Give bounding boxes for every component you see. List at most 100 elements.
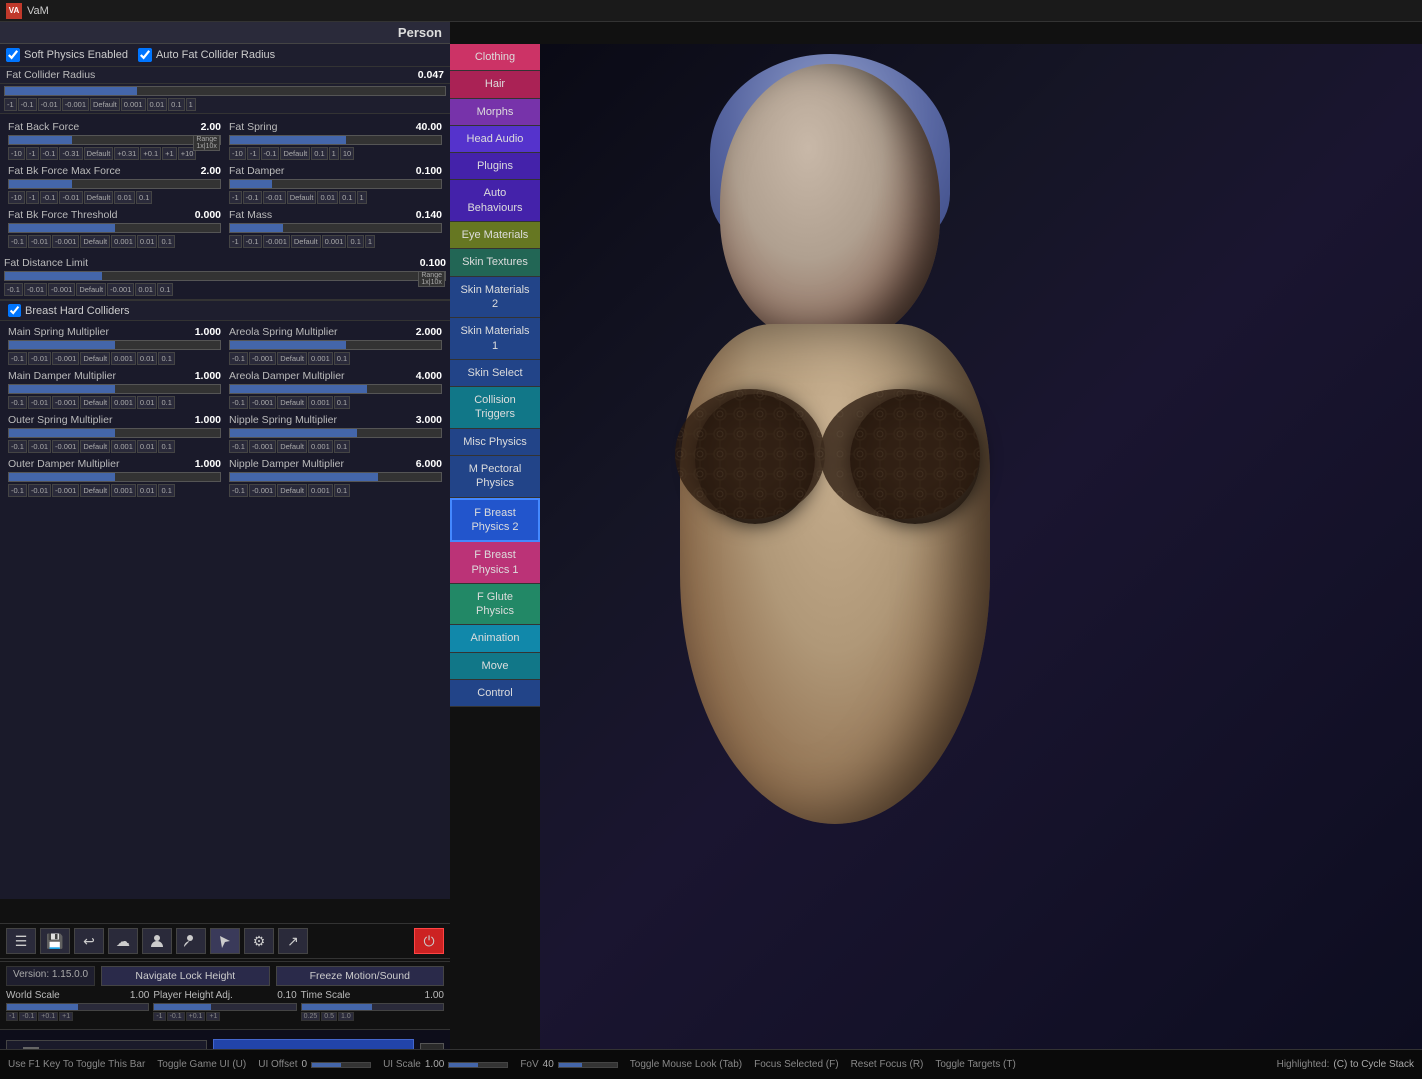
areola-damper-mult-group: Areola Damper Multiplier 4.000 -0.1-0.00…	[225, 367, 446, 411]
ui-scale: UI Scale 1.00	[383, 1059, 508, 1070]
fat-bk-threshold-label: Fat Bk Force Threshold	[8, 209, 118, 221]
ui-offset: UI Offset 0	[258, 1059, 371, 1070]
menu-button[interactable]: ☰	[6, 928, 36, 954]
ui-offset-slider[interactable]	[311, 1062, 371, 1068]
outer-damper-mult-group: Outer Damper Multiplier 1.000 -0.1-0.01-…	[4, 455, 225, 499]
settings-button[interactable]: ⚙	[244, 928, 274, 954]
fat-bk-max-slider[interactable]	[8, 179, 221, 189]
fat-dist-value: 0.100	[420, 257, 446, 269]
char-head	[720, 64, 940, 344]
tab-animation[interactable]: Animation	[450, 625, 540, 652]
breast-colliders-label[interactable]: Breast Hard Colliders	[8, 304, 442, 317]
fat-back-force-slider[interactable]: Range1x|10x	[8, 135, 221, 145]
cloud-button[interactable]: ☁	[108, 928, 138, 954]
version-box: Version: 1.15.0.0	[6, 966, 95, 986]
fat-spring-slider[interactable]	[229, 135, 442, 145]
soft-physics-text: Soft Physics Enabled	[24, 49, 128, 61]
soft-physics-label[interactable]: Soft Physics Enabled	[6, 48, 128, 62]
time-scale-track[interactable]	[301, 1003, 444, 1011]
breast-colliders-row: Breast Hard Colliders	[0, 300, 450, 321]
tab-skin-materials-1[interactable]: Skin Materials 1	[450, 318, 540, 360]
tab-m-pectoral-physics[interactable]: M Pectoral Physics	[450, 456, 540, 498]
fat-bk-threshold-slider[interactable]	[8, 223, 221, 233]
add-person-button[interactable]	[176, 928, 206, 954]
world-scale-slider: World Scale 1.00 -1-0.1+0.1+1	[6, 990, 149, 1021]
tab-f-breast-physics-1[interactable]: F Breast Physics 1	[450, 542, 540, 584]
focus-selected[interactable]: Focus Selected (F)	[754, 1059, 838, 1070]
tab-control[interactable]: Control	[450, 680, 540, 707]
outer-spring-mult-slider[interactable]	[8, 428, 221, 438]
fat-mass-slider[interactable]	[229, 223, 442, 233]
fat-bk-max-label: Fat Bk Force Max Force	[8, 165, 121, 177]
fat-back-force-btns: -10-1-0.1-0.31Default+0.31+0.1+1+10	[8, 147, 221, 160]
time-scale-value: 1.00	[425, 990, 444, 1001]
scene-with-tabs: Clothing Hair Morphs Head Audio Plugins …	[450, 44, 1422, 1049]
titlebar: VA VaM	[0, 0, 1422, 22]
tab-move[interactable]: Move	[450, 653, 540, 680]
player-height-track[interactable]	[153, 1003, 296, 1011]
scene-viewport	[540, 44, 1422, 1049]
tab-skin-textures[interactable]: Skin Textures	[450, 249, 540, 276]
controls-grid: Fat Back Force 2.00 Range1x|10x -10-1-0.…	[0, 114, 450, 254]
breast-colliders-checkbox[interactable]	[8, 304, 21, 317]
freeze-motion-sound-btn[interactable]: Freeze Motion/Sound	[276, 966, 444, 986]
areola-damper-mult-slider[interactable]	[229, 384, 442, 394]
toolbar: ☰ 💾 ↩ ☁ ⚙ ↗ ⏻	[0, 923, 450, 959]
ui-scale-slider[interactable]	[448, 1062, 508, 1068]
save-button[interactable]: 💾	[40, 928, 70, 954]
outer-damper-mult-slider[interactable]	[8, 472, 221, 482]
tab-clothing[interactable]: Clothing	[450, 44, 540, 71]
share-button[interactable]: ↗	[278, 928, 308, 954]
fat-spring-group: Fat Spring 40.00 -10-1-0.1Default0.1110	[225, 118, 446, 162]
tab-plugins[interactable]: Plugins	[450, 153, 540, 180]
fat-damper-value: 0.100	[416, 165, 442, 177]
char-lace-right	[850, 394, 980, 524]
fat-back-force-value: 2.00	[201, 121, 221, 133]
tab-collision-triggers[interactable]: Collision Triggers	[450, 387, 540, 429]
fov-slider[interactable]	[558, 1062, 618, 1068]
fat-back-force-group: Fat Back Force 2.00 Range1x|10x -10-1-0.…	[4, 118, 225, 162]
toggle-game-ui[interactable]: Toggle Game UI (U)	[157, 1059, 246, 1070]
toggle-targets[interactable]: Toggle Targets (T)	[935, 1059, 1015, 1070]
nipple-damper-mult-slider[interactable]	[229, 472, 442, 482]
nipple-damper-mult-group: Nipple Damper Multiplier 6.000 -0.1-0.00…	[225, 455, 446, 499]
fat-collider-label: Fat Collider Radius	[6, 69, 418, 81]
soft-physics-checkbox[interactable]	[6, 48, 20, 62]
navigate-lock-height-btn[interactable]: Navigate Lock Height	[101, 966, 269, 986]
tab-skin-materials-2[interactable]: Skin Materials 2	[450, 277, 540, 319]
fat-dist-slider[interactable]: Range1x|10x	[4, 271, 446, 281]
main-spring-mult-slider[interactable]	[8, 340, 221, 350]
tab-morphs[interactable]: Morphs	[450, 99, 540, 126]
fat-collider-slider[interactable]	[4, 86, 446, 96]
fat-mass-value: 0.140	[416, 209, 442, 221]
tab-f-glute-physics[interactable]: F Glute Physics	[450, 584, 540, 626]
nipple-spring-mult-slider[interactable]	[229, 428, 442, 438]
world-scale-track[interactable]	[6, 1003, 149, 1011]
status-bar: Use F1 Key To Toggle This Bar Toggle Gam…	[0, 1049, 1422, 1079]
bottom-row2: World Scale 1.00 -1-0.1+0.1+1 Player Hei…	[6, 990, 444, 1021]
main-damper-mult-slider[interactable]	[8, 384, 221, 394]
areola-spring-mult-group: Areola Spring Multiplier 2.000 -0.1-0.00…	[225, 323, 446, 367]
person-button[interactable]	[142, 928, 172, 954]
auto-fat-label[interactable]: Auto Fat Collider Radius	[138, 48, 275, 62]
auto-fat-checkbox[interactable]	[138, 48, 152, 62]
tab-misc-physics[interactable]: Misc Physics	[450, 429, 540, 456]
tab-skin-select[interactable]: Skin Select	[450, 360, 540, 387]
toggle-mouse[interactable]: Toggle Mouse Look (Tab)	[630, 1059, 742, 1070]
fov: FoV 40	[520, 1059, 617, 1070]
tab-f-breast-physics-2[interactable]: F Breast Physics 2	[450, 498, 540, 543]
breast-colliders-text: Breast Hard Colliders	[25, 305, 130, 317]
areola-spring-mult-slider[interactable]	[229, 340, 442, 350]
tab-hair[interactable]: Hair	[450, 71, 540, 98]
time-scale-slider: Time Scale 1.00 0.250.51.0	[301, 990, 444, 1021]
tab-head-audio[interactable]: Head Audio	[450, 126, 540, 153]
power-button[interactable]: ⏻	[414, 928, 444, 954]
bottom-row1: Version: 1.15.0.0 Navigate Lock Height F…	[6, 966, 444, 986]
tab-auto-behaviours[interactable]: Auto Behaviours	[450, 180, 540, 222]
tab-eye-materials[interactable]: Eye Materials	[450, 222, 540, 249]
fat-damper-slider[interactable]	[229, 179, 442, 189]
fat-bk-threshold-group: Fat Bk Force Threshold 0.000 -0.1-0.01-0…	[4, 206, 225, 250]
undo-button[interactable]: ↩	[74, 928, 104, 954]
cursor-button[interactable]	[210, 928, 240, 954]
reset-focus[interactable]: Reset Focus (R)	[851, 1059, 924, 1070]
